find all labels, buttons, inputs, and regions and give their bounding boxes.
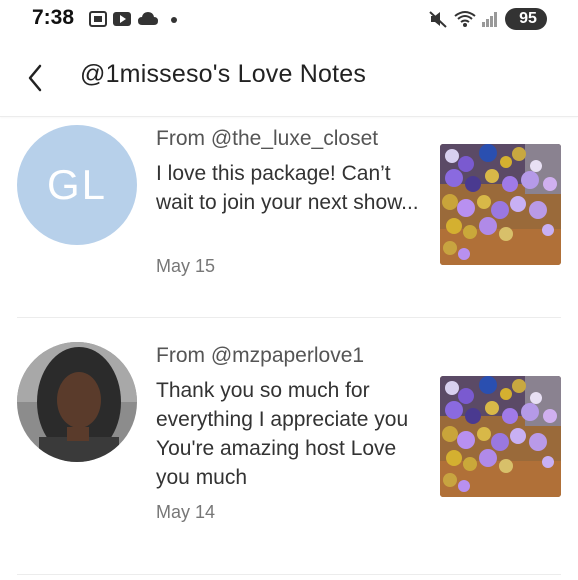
status-bar: 7:38 95 [0, 0, 578, 40]
header: @1misseso's Love Notes [0, 40, 578, 117]
divider [17, 317, 561, 318]
avatar[interactable]: GL [17, 125, 137, 245]
list-item: From @mzpaperlove1 Thank you so much for… [0, 340, 578, 570]
youtube-icon [113, 12, 131, 26]
wifi-icon [454, 11, 476, 27]
message-text: I love this package! Can’t wait to join … [156, 162, 419, 214]
cloud-icon [138, 12, 158, 25]
page-title: @1misseso's Love Notes [80, 60, 367, 88]
note-date: May 15 [156, 256, 216, 276]
list-item: GL From @the_luxe_closet I love this pac… [0, 118, 578, 318]
sender-name[interactable]: From @mzpaperlove1 [156, 344, 364, 368]
avatar-initials: GL [46, 161, 108, 208]
note-date: May 14 [156, 502, 216, 522]
sender-name[interactable]: From @the_luxe_closet [156, 127, 378, 151]
signal-icon [482, 12, 497, 27]
avatar[interactable] [17, 342, 137, 462]
chevron-left-icon [28, 64, 42, 92]
battery-level: 95 [519, 10, 537, 27]
listing-thumbnail[interactable] [440, 376, 561, 497]
battery-icon: 95 [505, 8, 547, 30]
screenshot-icon [89, 11, 107, 27]
divider [17, 574, 561, 575]
back-button[interactable] [22, 62, 50, 94]
listing-thumbnail[interactable] [440, 144, 561, 265]
dot-icon [171, 17, 177, 23]
message-text: Thank you so much for everything I appre… [156, 379, 409, 489]
mute-icon [429, 11, 447, 28]
status-time: 7:38 [32, 6, 75, 29]
